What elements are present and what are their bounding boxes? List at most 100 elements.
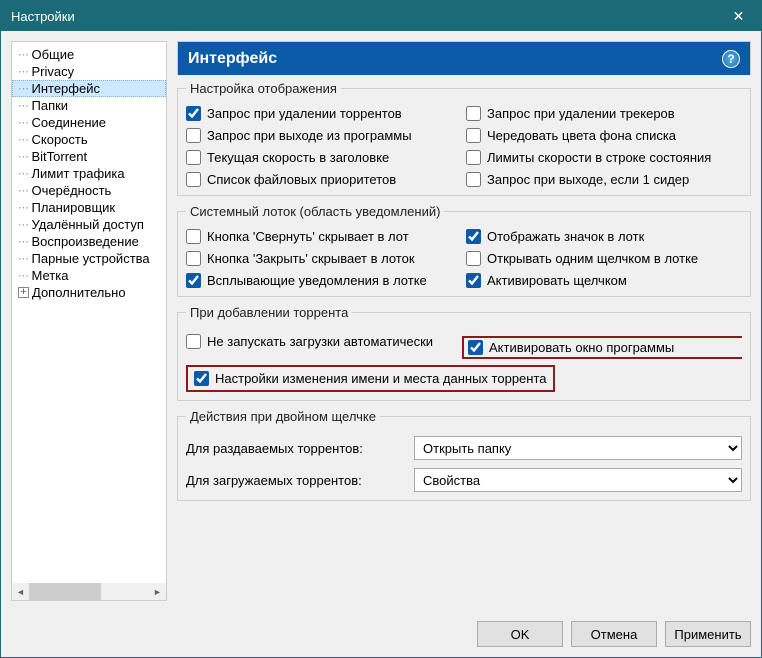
checkbox-input[interactable]	[186, 106, 201, 121]
dropdown-label: Для раздаваемых торрентов:	[186, 441, 406, 456]
display-left-1[interactable]: Запрос при выходе из программы	[186, 128, 462, 143]
checkbox-label[interactable]: Настройки изменения имени и места данных…	[215, 371, 547, 386]
display-left-3[interactable]: Список файловых приоритетов	[186, 172, 462, 187]
tray-right-0[interactable]: Отображать значок в лотк	[466, 229, 742, 244]
tree-bullet-icon: ⋯	[18, 82, 29, 95]
close-button[interactable]: ✕	[716, 1, 761, 31]
sidebar-item-label: Папки	[32, 98, 69, 113]
dropdown-seeding-select[interactable]: Открыть папку	[414, 436, 742, 460]
checkbox-input[interactable]	[466, 251, 481, 266]
checkbox-input[interactable]	[186, 172, 201, 187]
sidebar-item-label: Планировщик	[32, 200, 116, 215]
checkbox-input[interactable]	[466, 106, 481, 121]
checkbox-label[interactable]: Открывать одним щелчком в лотке	[487, 251, 698, 266]
checkbox-label[interactable]: Кнопка 'Свернуть' скрывает в лот	[207, 229, 409, 244]
tray-left-1[interactable]: Кнопка 'Закрыть' скрывает в лоток	[186, 251, 462, 266]
sidebar-item-label: Метка	[32, 268, 69, 283]
checkbox-input[interactable]	[466, 229, 481, 244]
tree-bullet-icon: ⋯	[18, 133, 29, 146]
checkbox-label[interactable]: Лимиты скорости в строке состояния	[487, 150, 711, 165]
tree-bullet-icon: ⋯	[18, 218, 29, 231]
tray-left-0[interactable]: Кнопка 'Свернуть' скрывает в лот	[186, 229, 462, 244]
checkbox-label[interactable]: Активировать щелчком	[487, 273, 627, 288]
scroll-thumb[interactable]	[29, 583, 101, 600]
display-right-3[interactable]: Запрос при выходе, если 1 сидер	[466, 172, 742, 187]
checkbox-input[interactable]	[186, 334, 201, 349]
apply-button[interactable]: Применить	[665, 621, 751, 647]
sidebar-item-4[interactable]: ⋯Соединение	[12, 114, 166, 131]
settings-window: Настройки ✕ ⋯Общие⋯Privacy⋯Интерфейс⋯Пап…	[0, 0, 762, 658]
expand-icon[interactable]: +	[18, 287, 29, 298]
checkbox-label[interactable]: Кнопка 'Закрыть' скрывает в лоток	[207, 251, 415, 266]
checkbox-input[interactable]	[466, 273, 481, 288]
sidebar-item-label: Удалённый доступ	[32, 217, 144, 232]
checkbox-input[interactable]	[194, 371, 209, 386]
tray-right-2[interactable]: Активировать щелчком	[466, 273, 742, 288]
highlight-activate-window: Активировать окно программы	[462, 336, 742, 359]
checkbox-input[interactable]	[186, 229, 201, 244]
tray-right-1[interactable]: Открывать одним щелчком в лотке	[466, 251, 742, 266]
checkbox-label[interactable]: Всплывающие уведомления в лотке	[207, 273, 427, 288]
sidebar-item-9[interactable]: ⋯Планировщик	[12, 199, 166, 216]
sidebar-item-7[interactable]: ⋯Лимит трафика	[12, 165, 166, 182]
sidebar-item-3[interactable]: ⋯Папки	[12, 97, 166, 114]
checkbox-input[interactable]	[466, 172, 481, 187]
checkbox-input[interactable]	[186, 150, 201, 165]
checkbox-label[interactable]: Отображать значок в лотк	[487, 229, 644, 244]
sidebar-item-11[interactable]: ⋯Воспроизведение	[12, 233, 166, 250]
sidebar-item-6[interactable]: ⋯BitTorrent	[12, 148, 166, 165]
checkbox-label[interactable]: Запрос при выходе, если 1 сидер	[487, 172, 689, 187]
checkbox-label[interactable]: Чередовать цвета фона списка	[487, 128, 676, 143]
checkbox-input[interactable]	[186, 273, 201, 288]
tree-bullet-icon: ⋯	[18, 184, 29, 197]
display-left-0[interactable]: Запрос при удалении торрентов	[186, 106, 462, 121]
sidebar-item-5[interactable]: ⋯Скорость	[12, 131, 166, 148]
checkbox-input[interactable]	[468, 340, 483, 355]
display-right-1[interactable]: Чередовать цвета фона списка	[466, 128, 742, 143]
tree-bullet-icon: ⋯	[18, 99, 29, 112]
tree-bullet-icon: ⋯	[18, 116, 29, 129]
scroll-right-arrow-icon[interactable]: ►	[149, 583, 166, 600]
sidebar-item-2[interactable]: ⋯Интерфейс	[12, 80, 166, 97]
checkbox-activate-window[interactable]: Активировать окно программы	[468, 340, 674, 355]
sidebar-item-1[interactable]: ⋯Privacy	[12, 63, 166, 80]
scroll-left-arrow-icon[interactable]: ◄	[12, 583, 29, 600]
sidebar-item-12[interactable]: ⋯Парные устройства	[12, 250, 166, 267]
checkbox-label[interactable]: Список файловых приоритетов	[207, 172, 396, 187]
group-dblclick-legend: Действия при двойном щелчке	[186, 409, 380, 424]
display-right-0[interactable]: Запрос при удалении трекеров	[466, 106, 742, 121]
group-adding: При добавлении торрента Не запускать заг…	[177, 305, 751, 401]
checkbox-rename-settings[interactable]: Настройки изменения имени и места данных…	[194, 371, 547, 386]
cancel-button[interactable]: Отмена	[571, 621, 657, 647]
display-right-2[interactable]: Лимиты скорости в строке состояния	[466, 150, 742, 165]
display-left-2[interactable]: Текущая скорость в заголовке	[186, 150, 462, 165]
sidebar-item-label: Интерфейс	[32, 81, 100, 96]
close-icon: ✕	[733, 8, 745, 25]
sidebar-item-14[interactable]: +Дополнительно	[12, 284, 166, 301]
checkbox-input[interactable]	[186, 128, 201, 143]
dropdown-downloading-select[interactable]: Свойства	[414, 468, 742, 492]
sidebar-item-10[interactable]: ⋯Удалённый доступ	[12, 216, 166, 233]
help-icon[interactable]: ?	[722, 50, 740, 68]
checkbox-label[interactable]: Запрос при удалении трекеров	[487, 106, 675, 121]
horizontal-scrollbar[interactable]: ◄ ►	[12, 583, 166, 600]
checkbox-no-autostart[interactable]: Не запускать загрузки автоматически	[186, 334, 462, 349]
checkbox-input[interactable]	[466, 128, 481, 143]
checkbox-label[interactable]: Не запускать загрузки автоматически	[207, 334, 433, 349]
sidebar-item-8[interactable]: ⋯Очерёдность	[12, 182, 166, 199]
checkbox-label[interactable]: Текущая скорость в заголовке	[207, 150, 389, 165]
scroll-track[interactable]	[29, 583, 149, 600]
checkbox-label[interactable]: Запрос при удалении торрентов	[207, 106, 402, 121]
tree-bullet-icon: ⋯	[18, 48, 29, 61]
titlebar: Настройки ✕	[1, 1, 761, 31]
sidebar-item-13[interactable]: ⋯Метка	[12, 267, 166, 284]
sidebar-item-0[interactable]: ⋯Общие	[12, 46, 166, 63]
checkbox-label[interactable]: Активировать окно программы	[489, 340, 674, 355]
tray-left-2[interactable]: Всплывающие уведомления в лотке	[186, 273, 462, 288]
ok-button[interactable]: OK	[477, 621, 563, 647]
nav-tree: ⋯Общие⋯Privacy⋯Интерфейс⋯Папки⋯Соединени…	[12, 42, 166, 305]
checkbox-input[interactable]	[186, 251, 201, 266]
checkbox-label[interactable]: Запрос при выходе из программы	[207, 128, 412, 143]
panel-content: Настройка отображения Запрос при удалени…	[177, 81, 751, 601]
checkbox-input[interactable]	[466, 150, 481, 165]
